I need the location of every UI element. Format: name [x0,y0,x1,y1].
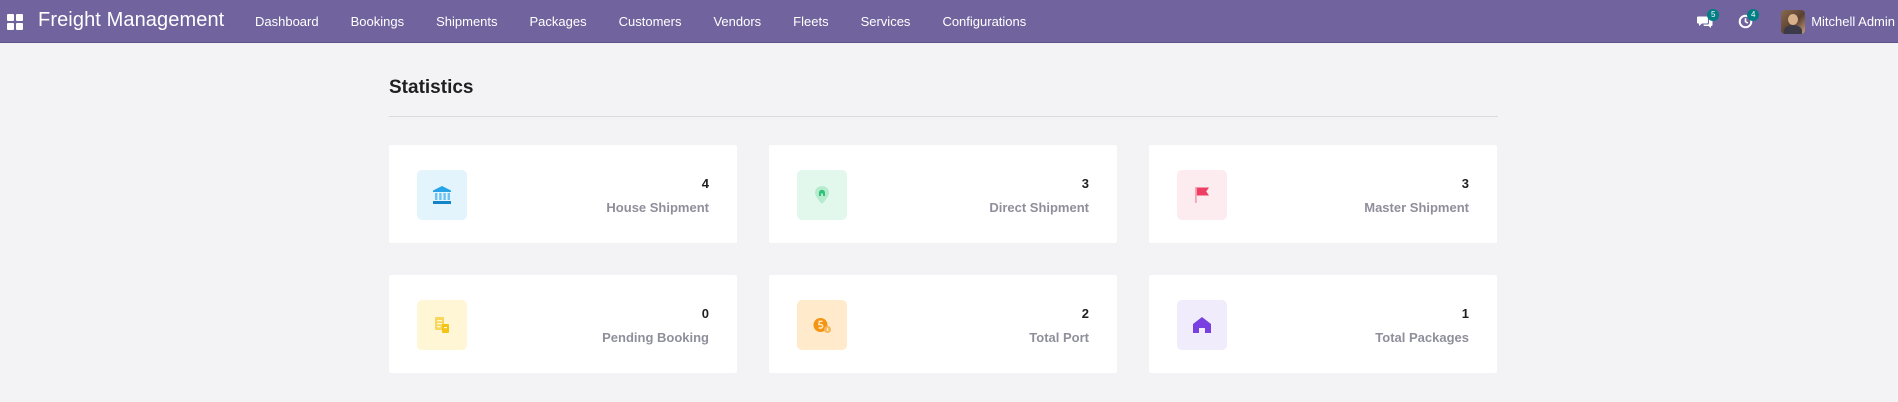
card-value: 0 [701,306,709,321]
card-master-shipment[interactable]: 3 Master Shipment [1149,145,1497,243]
card-icon-box [417,170,467,220]
card-pending-booking[interactable]: 0 Pending Booking [389,275,737,373]
menu-services[interactable]: Services [845,0,927,43]
card-value: 3 [1081,176,1089,191]
map-pin-icon [815,186,829,204]
card-value: 3 [1461,176,1469,191]
card-label: House Shipment [606,200,709,215]
menu-packages[interactable]: Packages [514,0,603,43]
messages-button[interactable]: 5 [1685,0,1725,43]
card-direct-shipment[interactable]: 3 Direct Shipment [769,145,1117,243]
card-total-port[interactable]: 2 Total Port [769,275,1117,373]
card-label: Total Port [1029,330,1089,345]
card-label: Direct Shipment [989,200,1089,215]
card-icon-box [1177,300,1227,350]
menu-configurations[interactable]: Configurations [926,0,1042,43]
bank-icon [433,186,451,204]
app-brand[interactable]: Freight Management [38,9,224,32]
port-coin-icon [813,318,831,333]
card-label: Total Packages [1375,330,1469,345]
card-value: 2 [1081,306,1089,321]
activities-count-badge: 4 [1747,9,1760,21]
main-menu: Dashboard Bookings Shipments Packages Cu… [239,0,1042,43]
menu-shipments[interactable]: Shipments [420,0,513,43]
page-title: Statistics [389,77,474,98]
card-label: Master Shipment [1364,200,1469,215]
card-icon-box [797,300,847,350]
activities-button[interactable]: 4 [1725,0,1765,43]
systray: 5 4 Mitchell Admin [1685,0,1898,43]
card-label: Pending Booking [602,330,709,345]
avatar [1781,9,1806,34]
card-icon-box [417,300,467,350]
documents-icon [435,317,449,333]
card-house-shipment[interactable]: 4 House Shipment [389,145,737,243]
menu-bookings[interactable]: Bookings [335,0,420,43]
messages-count-badge: 5 [1707,9,1720,21]
user-menu[interactable]: Mitchell Admin [1781,9,1895,34]
home-icon [1193,317,1211,333]
menu-dashboard[interactable]: Dashboard [239,0,335,43]
menu-customers[interactable]: Customers [603,0,698,43]
card-icon-box [1177,170,1227,220]
top-navbar: Freight Management Dashboard Bookings Sh… [0,0,1898,43]
card-total-packages[interactable]: 1 Total Packages [1149,275,1497,373]
flag-icon [1195,187,1209,203]
card-value: 1 [1461,306,1469,321]
user-name: Mitchell Admin [1811,14,1895,29]
card-value: 4 [701,176,709,191]
menu-fleets[interactable]: Fleets [777,0,844,43]
card-icon-box [797,170,847,220]
app-switcher-icon[interactable] [7,14,23,30]
title-divider [389,116,1498,117]
menu-vendors[interactable]: Vendors [697,0,777,43]
